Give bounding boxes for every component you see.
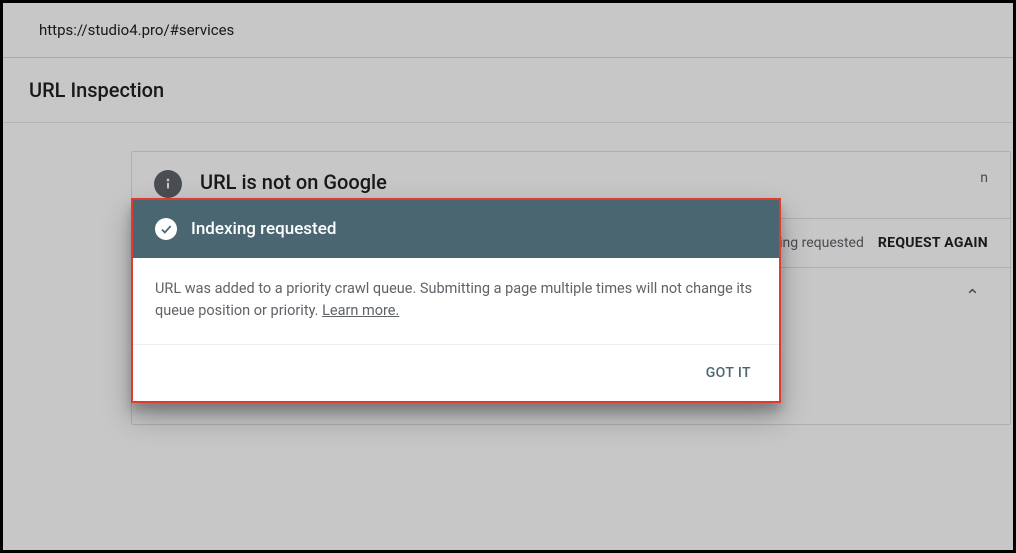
indexing-dialog: Indexing requested URL was added to a pr…	[131, 198, 781, 403]
learn-more-link[interactable]: Learn more.	[322, 302, 399, 319]
dialog-body: URL was added to a priority crawl queue.…	[133, 258, 779, 345]
dialog-title: Indexing requested	[191, 219, 336, 239]
dialog-header: Indexing requested	[133, 200, 779, 258]
got-it-button[interactable]: GOT IT	[698, 359, 759, 387]
dialog-message: URL was added to a priority crawl queue.…	[155, 280, 752, 319]
dialog-actions: GOT IT	[133, 345, 779, 401]
check-icon	[155, 218, 177, 240]
